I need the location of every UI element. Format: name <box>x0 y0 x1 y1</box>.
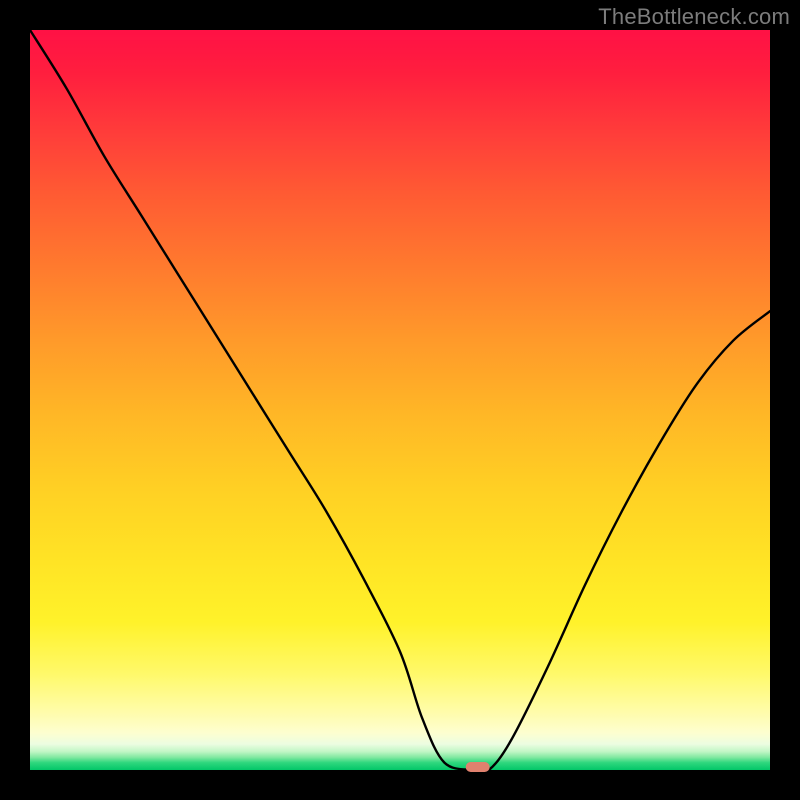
bottleneck-curve <box>30 30 770 770</box>
curve-path <box>30 30 770 772</box>
chart-frame: TheBottleneck.com <box>0 0 800 800</box>
plot-area <box>30 30 770 770</box>
attribution-label: TheBottleneck.com <box>598 4 790 30</box>
optimum-marker <box>466 762 490 772</box>
